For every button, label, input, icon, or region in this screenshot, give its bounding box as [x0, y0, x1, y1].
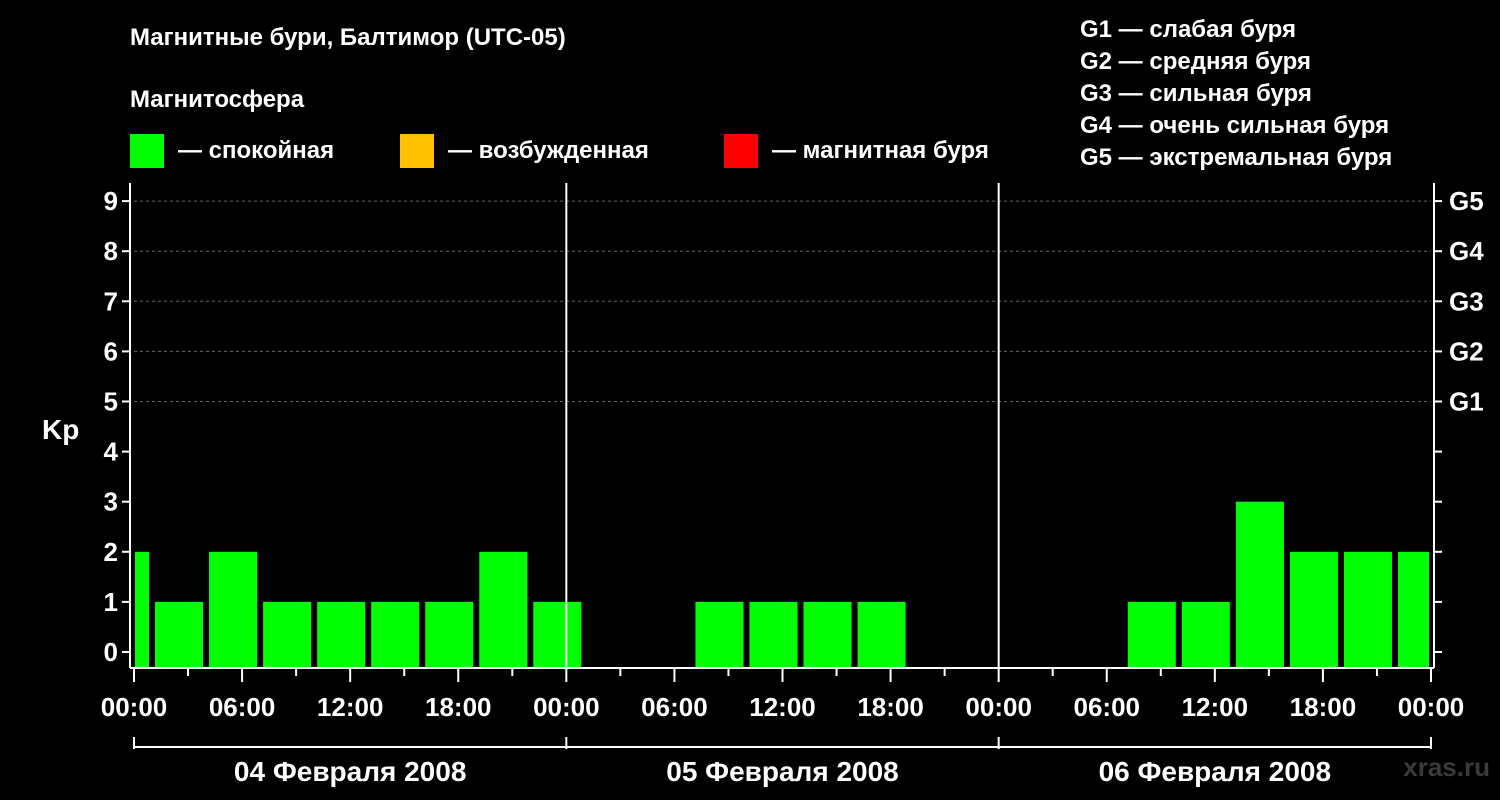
kp-bar: [135, 551, 150, 667]
kp-bar: [317, 601, 366, 667]
y-tick-label: 9: [104, 186, 118, 216]
x-tick-label: 18:00: [857, 692, 924, 722]
x-tick-label: 12:00: [317, 692, 384, 722]
y-tick-label: 5: [104, 387, 118, 417]
day-label: 05 Февраля 2008: [666, 756, 898, 787]
g-tick-label: G2: [1449, 336, 1484, 366]
x-tick-label: 18:00: [1290, 692, 1357, 722]
kp-bar: [155, 601, 204, 667]
kp-bar: [1127, 601, 1176, 667]
kp-bar: [479, 551, 528, 667]
y-tick-label: 4: [104, 437, 119, 467]
kp-bar: [425, 601, 474, 667]
kp-bar: [371, 601, 420, 667]
g-tick-label: G5: [1449, 186, 1484, 216]
x-tick-label: 00:00: [101, 692, 168, 722]
y-tick-label: 3: [104, 487, 118, 517]
g-tick-label: G1: [1449, 387, 1484, 417]
g-tick-label: G3: [1449, 286, 1484, 316]
x-tick-label: 00:00: [965, 692, 1032, 722]
kp-bar: [749, 601, 798, 667]
y-tick-label: 7: [104, 286, 118, 316]
x-tick-label: 18:00: [425, 692, 492, 722]
kp-bar: [1397, 551, 1429, 667]
y-tick-label: 1: [104, 587, 118, 617]
y-tick-label: 8: [104, 236, 118, 266]
x-tick-label: 00:00: [533, 692, 600, 722]
day-label: 04 Февраля 2008: [234, 756, 466, 787]
x-tick-label: 06:00: [209, 692, 276, 722]
kp-bar: [1289, 551, 1338, 667]
day-label: 06 Февраля 2008: [1099, 756, 1331, 787]
kp-bar: [857, 601, 906, 667]
kp-bar: [263, 601, 312, 667]
g-tick-label: G4: [1449, 236, 1484, 266]
y-tick-label: 2: [104, 537, 118, 567]
kp-chart: 0 1 2 3 4 5 6 7 8 9 G1 G2 G3 G4 G5 00:00 06:00 12:00 18:00…: [101, 183, 1484, 787]
kp-bar: [209, 551, 258, 667]
kp-bar: [1343, 551, 1392, 667]
x-tick-label: 12:00: [749, 692, 816, 722]
x-tick-label: 12:00: [1182, 692, 1249, 722]
y-tick-label: 0: [104, 637, 118, 667]
kp-bar: [803, 601, 852, 667]
x-tick-label: 06:00: [641, 692, 708, 722]
kp-bar: [695, 601, 744, 667]
kp-bar: [1181, 601, 1230, 667]
x-tick-label: 00:00: [1398, 692, 1465, 722]
kp-bar: [1235, 501, 1284, 667]
kp-bar: [533, 601, 582, 667]
x-tick-label: 06:00: [1074, 692, 1141, 722]
y-tick-label: 6: [104, 336, 118, 366]
